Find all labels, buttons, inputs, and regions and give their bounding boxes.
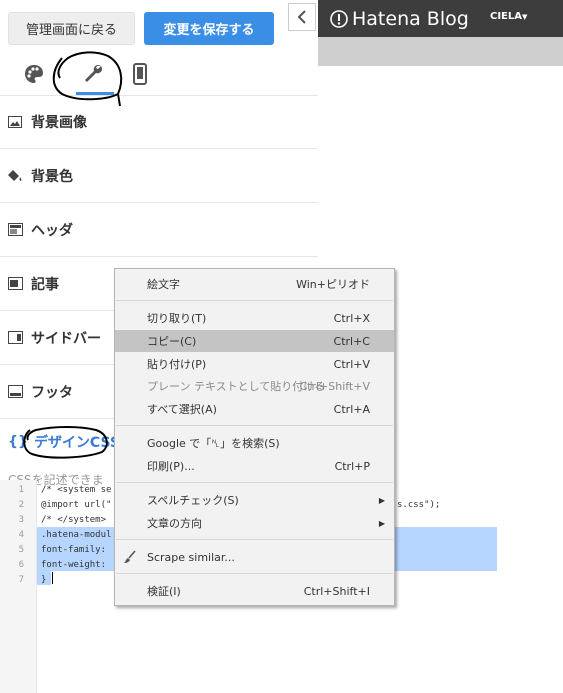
palette-icon <box>25 65 43 83</box>
section-background-color[interactable]: 背景色 <box>0 149 318 203</box>
menu-item-spellcheck[interactable]: スペルチェック(S) ▶ <box>115 489 394 511</box>
chevron-left-icon <box>297 10 306 24</box>
logo-text: Hatena Blog <box>352 8 469 30</box>
menu-item-label: 貼り付け(P) <box>147 358 207 371</box>
blog-preview-header <box>318 37 563 66</box>
menu-item-label: 印刷(P)... <box>147 460 195 473</box>
menu-item-paste-plain: プレーン テキストとして貼り付ける Ctrl+Shift+V <box>115 375 394 397</box>
menu-item-label: Google で「␤」を検索(S) <box>147 437 280 450</box>
line-number: 5 <box>18 545 24 555</box>
menu-item-shortcut: Ctrl+Shift+I <box>303 584 370 598</box>
line-number: 7 <box>18 575 24 585</box>
tab-design[interactable] <box>19 59 49 89</box>
tab-smartphone[interactable] <box>125 59 155 89</box>
menu-item-shortcut: Ctrl+Shift+V <box>299 379 370 393</box>
menu-item-shortcut: Ctrl+C <box>333 334 370 348</box>
code-line-tail: s.css"); <box>397 500 441 510</box>
layout-sidebar-icon <box>7 330 23 346</box>
menu-item-label: 文章の方向 <box>147 517 202 530</box>
section-label: サイドバー <box>31 330 101 347</box>
layout-footer-icon <box>7 384 23 400</box>
collapse-panel-button[interactable] <box>288 3 316 31</box>
menu-item-copy[interactable]: コピー(C) Ctrl+C <box>115 330 394 352</box>
code-line: font-weight: <box>41 560 107 570</box>
back-to-dashboard-button[interactable]: 管理画面に戻る <box>8 12 135 45</box>
code-line: } <box>41 575 47 585</box>
menu-item-label: 切り取り(T) <box>147 312 207 325</box>
menu-item-shortcut: Ctrl+P <box>334 459 370 473</box>
menu-separator <box>116 539 393 540</box>
code-line: /* <system se <box>41 485 112 495</box>
menu-item-inspect[interactable]: 検証(I) Ctrl+Shift+I <box>115 580 394 602</box>
menu-item-select-all[interactable]: すべて選択(A) Ctrl+A <box>115 398 394 420</box>
image-icon <box>7 114 23 130</box>
menu-item-label: Scrape similar... <box>147 550 235 564</box>
code-line: @import url(" <box>41 500 112 510</box>
code-line: /* </system> <box>41 515 107 525</box>
text-cursor <box>52 572 53 584</box>
line-number: 3 <box>18 515 24 525</box>
menu-item-label: スペルチェック(S) <box>147 494 239 507</box>
submenu-arrow-icon: ▶ <box>378 495 385 505</box>
section-label: ヘッダ <box>31 222 73 239</box>
menu-separator <box>116 573 393 574</box>
menu-item-label: すべて選択(A) <box>147 403 217 416</box>
caret-down-icon: ▼ <box>522 13 528 21</box>
menu-separator <box>116 482 393 483</box>
menu-item-label: コピー(C) <box>147 335 197 348</box>
section-background-image[interactable]: 背景画像 <box>0 95 318 149</box>
user-menu[interactable]: CIELA▼ <box>490 11 527 22</box>
menu-separator <box>116 425 393 426</box>
menu-item-label: 絵文字 <box>147 278 180 291</box>
code-line: font-family: <box>41 545 107 555</box>
line-number: 1 <box>18 485 24 495</box>
menu-item-print[interactable]: 印刷(P)... Ctrl+P <box>115 455 394 477</box>
menu-item-text-direction[interactable]: 文章の方向 ▶ <box>115 512 394 534</box>
menu-item-label: 検証(I) <box>147 585 181 598</box>
hatena-blog-logo[interactable]: Hatena Blog <box>330 5 469 33</box>
menu-item-cut[interactable]: 切り取り(T) Ctrl+X <box>115 307 394 329</box>
brush-icon <box>124 550 136 563</box>
line-number: 6 <box>18 560 24 570</box>
smartphone-icon <box>133 63 147 85</box>
menu-item-paste[interactable]: 貼り付け(P) Ctrl+V <box>115 353 394 375</box>
layout-article-icon <box>7 276 23 292</box>
section-label: フッタ <box>31 384 73 401</box>
menu-item-scrape-similar[interactable]: Scrape similar... <box>115 546 394 568</box>
section-label: 背景色 <box>31 168 73 185</box>
menu-item-google-search[interactable]: Google で「␤」を検索(S) <box>115 432 394 454</box>
menu-item-shortcut: Win+ピリオド <box>296 278 370 291</box>
line-number: 4 <box>18 530 24 540</box>
editor-gutter <box>0 480 37 693</box>
hatena-logo-icon <box>330 10 348 28</box>
section-label: 記事 <box>31 276 59 293</box>
menu-item-shortcut: Ctrl+A <box>333 402 370 416</box>
line-number: 2 <box>18 500 24 510</box>
section-header[interactable]: ヘッダ <box>0 203 318 257</box>
save-changes-button[interactable]: 変更を保存する <box>144 12 274 45</box>
user-name: CIELA <box>490 11 523 22</box>
code-line: .hatena-modul <box>41 530 112 540</box>
hand-drawn-circle <box>23 426 108 459</box>
submenu-arrow-icon: ▶ <box>378 518 385 528</box>
menu-item-shortcut: Ctrl+V <box>333 357 370 371</box>
context-menu: 絵文字 Win+ピリオド 切り取り(T) Ctrl+X コピー(C) Ctrl+… <box>114 268 395 606</box>
layout-header-icon <box>7 222 23 238</box>
menu-item-emoji[interactable]: 絵文字 Win+ピリオド <box>115 273 394 295</box>
paint-bucket-icon <box>7 168 23 184</box>
menu-item-shortcut: Ctrl+X <box>333 311 370 325</box>
menu-separator <box>116 300 393 301</box>
section-label: 背景画像 <box>31 114 87 131</box>
